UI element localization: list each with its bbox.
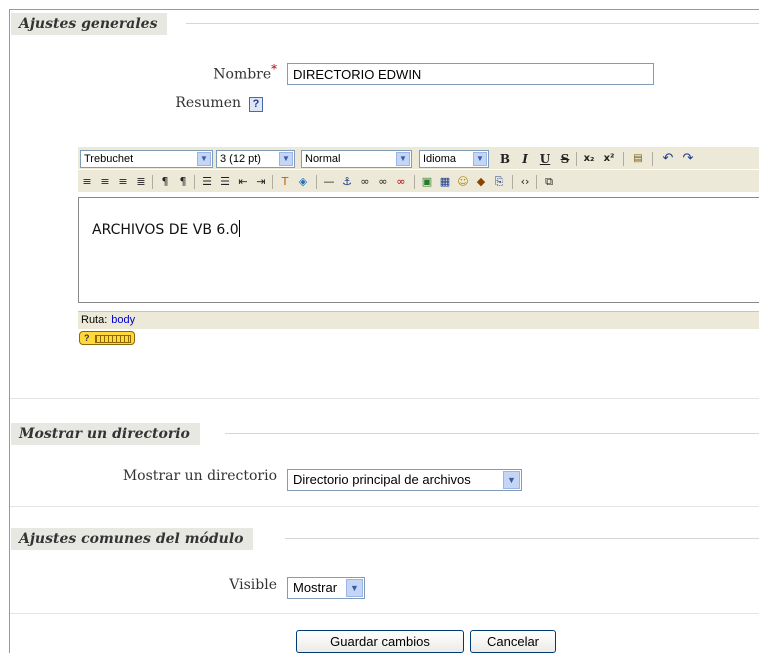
anchor-icon[interactable]: ⚓ [340, 173, 354, 191]
size-select[interactable]: 3 (12 pt) ▼ [216, 150, 295, 168]
html-source-icon[interactable]: ‹› [518, 173, 532, 191]
name-input[interactable] [287, 63, 654, 85]
toolbar-divider [152, 175, 153, 189]
align-right-icon[interactable]: ≡ [116, 173, 130, 191]
chevron-down-icon: ▼ [503, 471, 520, 489]
toolbar-divider [414, 175, 415, 189]
toolbar-divider [536, 175, 537, 189]
text-color-icon[interactable]: T [278, 173, 292, 191]
toolbar-divider [316, 175, 317, 189]
bold-button[interactable]: B [498, 150, 512, 168]
align-justify-icon[interactable]: ≣ [134, 173, 148, 191]
rtl-icon[interactable]: ¶ [176, 173, 190, 191]
format-select[interactable]: Normal ▼ [301, 150, 412, 168]
link-icon[interactable]: ∞ [358, 173, 372, 191]
bg-color-icon[interactable]: ◈ [296, 173, 310, 191]
insert-table-icon[interactable]: ▦ [438, 173, 452, 191]
name-label-text: Nombre [213, 66, 272, 83]
section-divider [10, 506, 759, 507]
horizontal-rule-icon[interactable]: — [322, 173, 336, 191]
keyboard-help-label: ? [84, 333, 90, 343]
italic-button[interactable]: I [518, 150, 532, 168]
editor-toolbar-2: ≡ ≡ ≡ ≣ ¶ ¶ ☰ ☰ ⇤ ⇥ T ◈ — ⚓ ∞ ∞ ∞ ▣ ▦ ☺ … [78, 170, 759, 192]
subscript-button[interactable]: x₂ [582, 150, 596, 168]
editor-path-bar: Ruta: body [78, 311, 759, 329]
strikethrough-button[interactable]: S [558, 150, 572, 168]
visible-select[interactable]: Mostrar ▼ [287, 577, 365, 599]
visible-label: Visible [229, 577, 277, 593]
html-editor: Trebuchet ▼ 3 (12 pt) ▼ Normal ▼ Idioma … [78, 143, 759, 329]
toolbar-divider [652, 152, 653, 166]
indent-icon[interactable]: ⇥ [254, 173, 268, 191]
required-mark: * [271, 62, 277, 76]
underline-button[interactable]: U [538, 150, 552, 168]
legend-common: Ajustes comunes del módulo [11, 528, 254, 550]
nolink-icon[interactable]: ∞ [394, 173, 408, 191]
chevron-down-icon: ▼ [346, 579, 363, 597]
superscript-button[interactable]: x² [602, 150, 616, 168]
path-link-body[interactable]: body [111, 314, 135, 326]
keyboard-help-button[interactable]: ? [79, 331, 135, 345]
editor-content: ARCHIVOS DE VB 6.0 [92, 222, 239, 238]
display-label: Mostrar un directorio [122, 468, 277, 484]
undo-icon[interactable]: ↶ [661, 150, 675, 168]
search-replace-icon[interactable]: ⎘ [492, 173, 506, 191]
insert-image-icon[interactable]: ▣ [420, 173, 434, 191]
smiley-icon[interactable]: ☺ [456, 173, 470, 191]
redo-icon[interactable]: ↷ [681, 150, 695, 168]
editor-toolbar-1: Trebuchet ▼ 3 (12 pt) ▼ Normal ▼ Idioma … [78, 147, 759, 169]
legend-line [225, 433, 759, 434]
font-select-value: Trebuchet [84, 153, 134, 165]
name-label: Nombre* [150, 62, 277, 83]
font-select[interactable]: Trebuchet ▼ [80, 150, 213, 168]
display-select[interactable]: Directorio principal de archivos ▼ [287, 469, 522, 491]
section-divider [10, 398, 759, 399]
toolbar-divider [272, 175, 273, 189]
toolbar-divider [623, 152, 624, 166]
path-label: Ruta: [81, 314, 108, 326]
visible-select-value: Mostrar [293, 580, 338, 595]
help-icon[interactable]: ? [249, 97, 263, 112]
toolbar-divider [512, 175, 513, 189]
legend-general: Ajustes generales [11, 13, 168, 35]
language-select[interactable]: Idioma ▼ [419, 150, 489, 168]
legend-line [186, 23, 759, 24]
toolbar-divider [576, 152, 577, 166]
chevron-down-icon: ▼ [396, 152, 410, 166]
align-center-icon[interactable]: ≡ [98, 173, 112, 191]
cancel-button[interactable]: Cancelar [470, 630, 556, 653]
align-left-icon[interactable]: ≡ [80, 173, 94, 191]
legend-line [285, 538, 759, 539]
ltr-icon[interactable]: ¶ [158, 173, 172, 191]
editor-content-area[interactable]: ARCHIVOS DE VB 6.0 [78, 197, 759, 303]
chevron-down-icon: ▼ [279, 152, 293, 166]
outdent-icon[interactable]: ⇤ [236, 173, 250, 191]
unordered-list-icon[interactable]: ☰ [218, 173, 232, 191]
text-caret [238, 220, 240, 237]
display-select-value: Directorio principal de archivos [293, 472, 471, 487]
chevron-down-icon: ▼ [473, 152, 487, 166]
chevron-down-icon: ▼ [197, 152, 211, 166]
ordered-list-icon[interactable]: ☰ [200, 173, 214, 191]
language-select-value: Idioma [423, 153, 457, 165]
save-button[interactable]: Guardar cambios [296, 630, 464, 653]
section-divider [10, 613, 759, 614]
summary-label: Resumen [175, 95, 241, 111]
special-char-icon[interactable]: ◆ [474, 173, 488, 191]
toolbar-divider [194, 175, 195, 189]
clean-word-icon[interactable]: ▤ [630, 150, 646, 168]
fullscreen-icon[interactable]: ⧉ [542, 173, 556, 191]
size-select-value: 3 (12 pt) [220, 153, 261, 165]
format-select-value: Normal [305, 153, 341, 165]
keyboard-icon [95, 334, 132, 343]
unlink-icon[interactable]: ∞ [376, 173, 390, 191]
legend-display: Mostrar un directorio [11, 423, 200, 445]
